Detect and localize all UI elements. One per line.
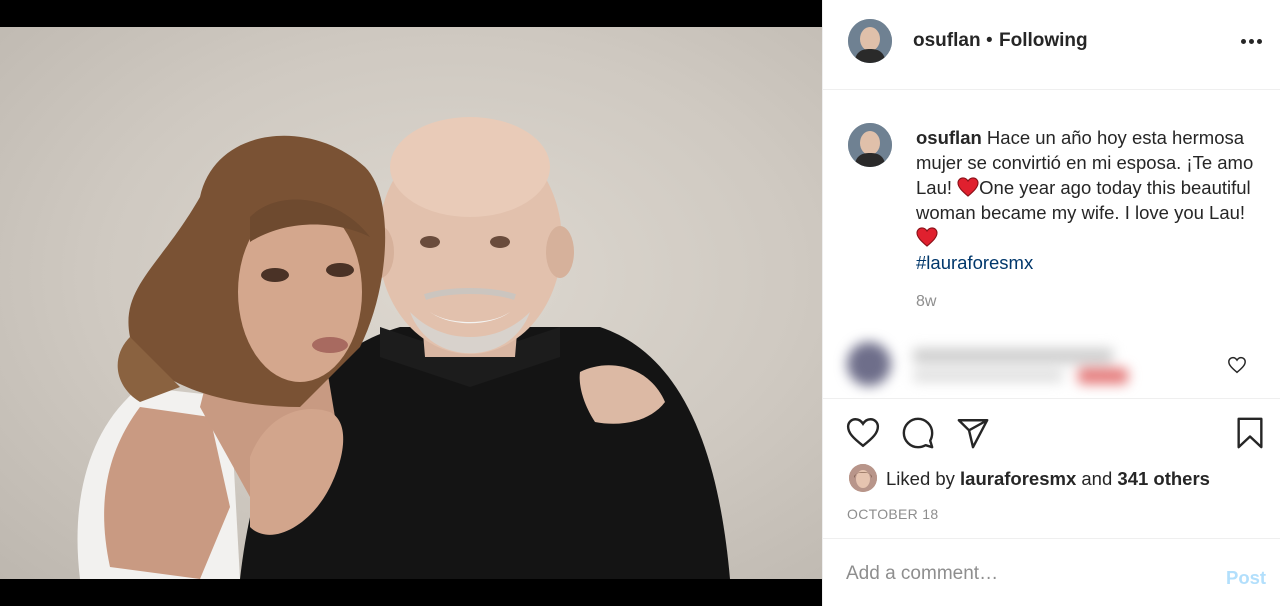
comment-bar: Post [823,538,1280,606]
comment-input[interactable] [846,561,1206,587]
comment-icon[interactable] [901,416,935,450]
author-avatar[interactable] [848,19,892,63]
heart-emoji-icon [957,177,979,197]
caption-hashtag[interactable]: #lauraforesmx [916,252,1033,273]
caption-username[interactable]: osuflan [916,127,982,148]
more-options-icon[interactable] [1241,39,1263,45]
post-actions: Liked by lauraforesmx and 341 others OCT… [823,398,1280,538]
blurred-comment [843,338,1143,394]
post-photo[interactable] [0,27,822,579]
post-side-panel: osuflan • Following osuflan Hace un año … [822,0,1280,606]
save-icon[interactable] [1233,416,1267,450]
likes-prefix: Liked by [886,468,961,489]
heart-emoji-icon [916,227,938,247]
couple-photo-illustration [77,117,730,579]
post-header: osuflan • Following [823,0,1280,90]
likes-summary: Liked by lauraforesmx and 341 others [886,468,1210,490]
post-media [0,0,822,606]
liker-avatar[interactable] [849,464,877,492]
like-icon[interactable] [846,416,880,450]
post-comment-button[interactable]: Post [1226,567,1266,589]
following-button[interactable]: Following [999,30,1088,52]
comment-like-icon[interactable] [1227,356,1247,374]
caption-time-ago[interactable]: 8w [916,293,936,311]
post-caption: osuflan Hace un año hoy esta hermosa muj… [916,125,1256,275]
liker-username[interactable]: lauraforesmx [960,468,1076,489]
separator-dot: • [986,30,993,51]
post-date: OCTOBER 18 [847,506,939,522]
likes-others-link[interactable]: 341 others [1117,468,1210,489]
share-icon[interactable] [956,416,990,450]
likes-joiner: and [1076,468,1118,489]
caption-author-avatar[interactable] [848,123,892,167]
author-username[interactable]: osuflan [913,30,981,52]
